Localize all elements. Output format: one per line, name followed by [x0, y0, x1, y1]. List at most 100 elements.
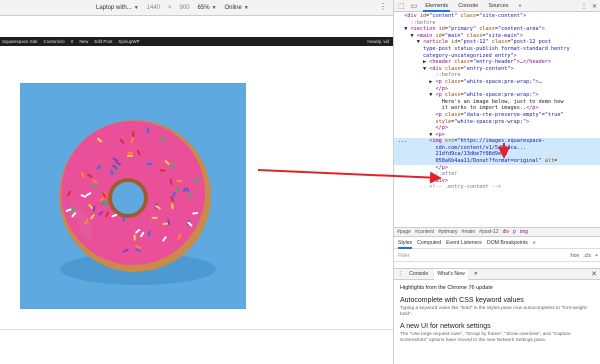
inspect-icon[interactable]: ⬚: [398, 2, 405, 10]
sprinkle: [132, 131, 135, 138]
whats-new-item[interactable]: Autocomplete with CSS keyword values Typ…: [400, 297, 595, 318]
breadcrumb-item[interactable]: #page: [397, 229, 411, 235]
tree-node[interactable]: type-post status-publish format-standard…: [394, 46, 600, 53]
whats-new-item[interactable]: A new UI for network settings The "Use l…: [400, 323, 595, 344]
admin-bar-item[interactable]: Squarespace Site: [2, 39, 38, 44]
more-subtabs-button[interactable]: »: [533, 240, 536, 246]
page-divider: [0, 329, 393, 330]
width-input[interactable]: 1440: [147, 5, 160, 11]
tree-node[interactable]: ▼ <p>: [394, 132, 600, 139]
close-icon[interactable]: ✕: [591, 270, 597, 278]
tree-node[interactable]: ▼ <article id="post-12" class="post-12 p…: [394, 39, 600, 46]
tab-styles[interactable]: Styles: [398, 238, 413, 249]
tree-node[interactable]: </p>: [394, 86, 600, 93]
tree-node[interactable]: ▼ <div class="entry-content">: [394, 66, 600, 73]
tab-dom-breakpoints[interactable]: DOM Breakpoints: [487, 240, 528, 246]
drawer-tab-console[interactable]: Console: [409, 271, 428, 277]
device-select[interactable]: Laptop with... ▼: [96, 5, 139, 11]
class-toggle-button[interactable]: .cls: [583, 253, 591, 259]
tree-node-selected[interactable]: cdn.com/content/v1/5d5b8ca...: [394, 144, 600, 152]
tree-token: …: [538, 78, 542, 85]
tab-close-icon[interactable]: ✕: [474, 271, 478, 277]
device-toggle-icon[interactable]: ▭: [411, 2, 418, 10]
zoom-select[interactable]: 65% ▼: [198, 5, 217, 11]
tree-node[interactable]: category-uncategorized entry">: [394, 53, 600, 60]
tree-token: <p>: [435, 131, 445, 138]
tree-token: <header: [429, 59, 455, 66]
admin-bar-item[interactable]: Customize: [44, 39, 65, 44]
breadcrumb-item[interactable]: #content: [415, 229, 434, 235]
admin-bar-item[interactable]: New: [79, 39, 88, 44]
tab-sources[interactable]: Sources: [486, 0, 510, 12]
tree-token: "entry-header": [472, 59, 517, 66]
tree-node-selected[interactable]: 21dfd9ca/13dbe7f08d9ea9: [394, 151, 600, 159]
tree-indent: ▼: [398, 39, 423, 46]
tree-token: <img: [410, 138, 445, 145]
tree-token: "site-main": [485, 32, 520, 39]
breadcrumb-item[interactable]: #post-12: [479, 229, 498, 235]
tree-node[interactable]: ▼ <main id="main" class="site-main">: [394, 33, 600, 40]
breadcrumb-item[interactable]: img: [520, 229, 528, 235]
elements-tree[interactable]: <div id="content" class="site-content"> …: [394, 13, 600, 225]
tree-node[interactable]: </div>: [394, 178, 600, 185]
dimension-separator: ×: [168, 4, 172, 11]
tab-computed[interactable]: Computed: [417, 240, 441, 246]
tab-console[interactable]: Console: [456, 0, 480, 12]
breadcrumb-item[interactable]: p: [513, 229, 516, 235]
tree-node[interactable]: </p>: [394, 125, 600, 132]
filter-input[interactable]: Filter: [398, 253, 410, 259]
tree-token: class: [454, 59, 470, 66]
admin-bar-item[interactable]: 0: [71, 39, 74, 44]
tree-token: "primary": [447, 26, 477, 33]
tree-token: <div: [404, 13, 420, 19]
tree-token: <div: [429, 65, 445, 72]
tree-token: "post-12": [460, 39, 489, 46]
throttle-select[interactable]: Online ▼: [225, 5, 249, 11]
more-tabs-button[interactable]: »: [517, 0, 524, 12]
tab-elements[interactable]: Elements: [423, 0, 451, 12]
tree-node[interactable]: ▼ <section id="primary" class="content-a…: [394, 26, 600, 33]
tree-node[interactable]: style="white-space:pre-wrap;">: [394, 119, 600, 126]
admin-bar-greeting[interactable]: Howdy, vid: [367, 39, 389, 44]
tree-token: src: [444, 138, 455, 145]
new-rule-button[interactable]: +: [595, 253, 598, 259]
tree-token: alt: [544, 158, 555, 165]
height-input[interactable]: 900: [180, 5, 190, 11]
tree-node[interactable]: Here's an image below, just to demo how: [394, 99, 600, 106]
tree-node[interactable]: ▼ <p class="white-space:pre-wrap;">: [394, 92, 600, 99]
tree-node[interactable]: <!-- .entry-content -->: [394, 184, 600, 191]
more-options-icon[interactable]: ⋮: [379, 2, 387, 11]
drawer-menu-icon[interactable]: ⋮: [398, 271, 403, 277]
close-icon[interactable]: ✕: [592, 3, 597, 10]
breadcrumb-item[interactable]: div: [503, 229, 509, 235]
tree-node-selected[interactable]: 058a6b4aa11/Donut?format=original" alt=: [394, 158, 600, 165]
chevron-down-icon: ▼: [211, 4, 217, 11]
admin-bar-item[interactable]: SpinupWP: [118, 39, 139, 44]
tree-node[interactable]: ::before: [394, 20, 600, 27]
hover-state-button[interactable]: :hov: [569, 253, 579, 259]
tree-node[interactable]: <p class="data-rte-preserve-empty"="true…: [394, 112, 600, 119]
kebab-icon[interactable]: ⋮: [581, 3, 587, 10]
tree-node[interactable]: <div id="content" class="site-content">: [394, 13, 600, 20]
tree-token: <article: [423, 39, 452, 46]
tree-token: <section: [410, 26, 439, 33]
tree-node[interactable]: ::after: [394, 171, 600, 178]
breadcrumb-item[interactable]: #primary: [438, 229, 457, 235]
breadcrumb-item[interactable]: #main: [462, 229, 476, 235]
tree-node[interactable]: ▶ <p class="white-space:pre-wrap;">…: [394, 79, 600, 86]
tree-node[interactable]: ▶ <header class="entry-header">…</header…: [394, 59, 600, 66]
drawer-tab-whats-new[interactable]: What's New: [434, 268, 468, 280]
admin-bar-item[interactable]: Edit Post: [94, 39, 112, 44]
tree-node[interactable]: ::before: [394, 72, 600, 79]
tab-event-listeners[interactable]: Event Listeners: [446, 240, 482, 246]
tree-node[interactable]: it works to import images..</p>: [394, 105, 600, 112]
tree-node[interactable]: </p>: [394, 165, 600, 172]
tree-node-selected[interactable]: ... <img src="https://images.squarespace…: [394, 138, 600, 145]
